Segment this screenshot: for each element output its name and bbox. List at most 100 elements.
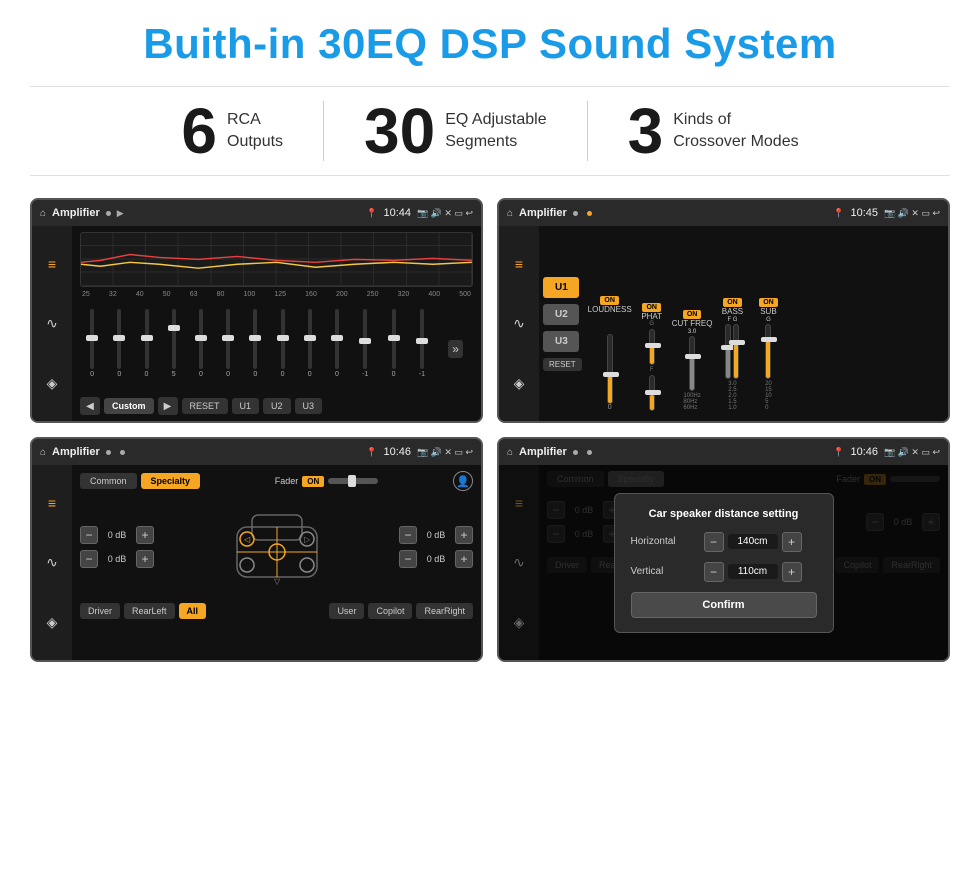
home-icon[interactable]: ⌂ xyxy=(40,208,46,219)
stat-crossover: 3 Kinds ofCrossover Modes xyxy=(588,99,839,163)
cutfreq-on[interactable]: ON xyxy=(683,310,702,319)
home-icon-ds[interactable]: ⌂ xyxy=(507,447,513,458)
sidebar-fd-eq[interactable]: ≡ xyxy=(48,495,56,511)
vol-minus-2[interactable]: − xyxy=(80,550,98,568)
topbar-icons-ds: 📷 🔊 ✕ ▭ ↩ xyxy=(884,447,940,458)
vertical-decrease-btn[interactable]: − xyxy=(704,562,724,582)
xover-bass: ON BASS F G xyxy=(716,298,748,411)
vol-plus-2[interactable]: + xyxy=(136,550,154,568)
screens-grid: ⌂ Amplifier ▶ 📍 10:44 📷 🔊 ✕ ▭ ↩ ≡ ∿ ◈ xyxy=(30,198,950,662)
fader-on-badge[interactable]: ON xyxy=(302,476,324,487)
btn-copilot[interactable]: Copilot xyxy=(368,603,412,619)
sidebar-fd-speaker[interactable]: ◈ xyxy=(47,614,58,631)
vol-plus-4[interactable]: + xyxy=(455,550,473,568)
eq-nav-row: ◀ Custom ▶ RESET U1 U2 U3 xyxy=(80,397,473,415)
horizontal-increase-btn[interactable]: + xyxy=(782,532,802,552)
phat-on[interactable]: ON xyxy=(642,303,661,312)
vol-plus-1[interactable]: + xyxy=(136,526,154,544)
eq-sliders-row: 0 0 0 5 xyxy=(80,304,473,393)
eq-u1-btn[interactable]: U1 xyxy=(232,398,260,414)
preset-u3[interactable]: U3 xyxy=(543,331,579,352)
dialog-stepper-horizontal: − 140cm + xyxy=(704,532,802,552)
bottom-buttons-fader: Driver RearLeft All User Copilot RearRig… xyxy=(80,603,473,619)
horizontal-decrease-btn[interactable]: − xyxy=(704,532,724,552)
eq-slider-5: 0 xyxy=(199,309,203,389)
eq-u3-btn[interactable]: U3 xyxy=(295,398,323,414)
home-icon-fd[interactable]: ⌂ xyxy=(40,447,46,458)
btn-user[interactable]: User xyxy=(329,603,364,619)
btn-rear-right[interactable]: RearRight xyxy=(416,603,473,619)
btn-driver[interactable]: Driver xyxy=(80,603,120,619)
btn-rear-left[interactable]: RearLeft xyxy=(124,603,175,619)
screen-crossover-topbar: ⌂ Amplifier 📍 10:45 📷 🔊 ✕ ▭ ↩ xyxy=(499,200,948,226)
status-dot-cr-orange xyxy=(587,211,592,216)
topbar-icons-cr: 📷 🔊 ✕ ▭ ↩ xyxy=(884,208,940,219)
vol-row-1: − 0 dB + xyxy=(80,526,154,544)
eq-slider-7: 0 xyxy=(253,309,257,389)
screen-fader: ⌂ Amplifier 📍 10:46 📷 🔊 ✕ ▭ ↩ ≡ ∿ ◈ xyxy=(30,437,483,662)
tab-specialty[interactable]: Specialty xyxy=(141,473,201,489)
confirm-button[interactable]: Confirm xyxy=(631,592,817,618)
profile-icon-fd[interactable]: 👤 xyxy=(453,471,473,491)
topbar-time-cr: 10:45 xyxy=(850,207,878,219)
sidebar-cr-wave[interactable]: ∿ xyxy=(513,315,525,332)
bass-on[interactable]: ON xyxy=(723,298,742,307)
eq-prev-btn[interactable]: ◀ xyxy=(80,397,100,415)
dialog-overlay: Car speaker distance setting Horizontal … xyxy=(499,465,948,660)
eq-slider-9: 0 xyxy=(308,309,312,389)
svg-text:▷: ▷ xyxy=(304,535,311,544)
screen-distance-body: ≡ ∿ ◈ Common Specialty Fader ON xyxy=(499,465,948,660)
screen-fader-body: ≡ ∿ ◈ Common Specialty Fader ON xyxy=(32,465,481,660)
dialog-stepper-vertical: − 110cm + xyxy=(704,562,802,582)
sidebar-cr-icon[interactable]: ≡ xyxy=(515,256,523,272)
stat-number-eq: 30 xyxy=(364,99,435,163)
tab-common[interactable]: Common xyxy=(80,473,137,489)
sidebar-cr-speaker[interactable]: ◈ xyxy=(514,375,525,392)
vol-plus-3[interactable]: + xyxy=(455,526,473,544)
cr-reset-btn[interactable]: RESET xyxy=(543,358,582,371)
stat-eq: 30 EQ AdjustableSegments xyxy=(324,99,587,163)
vol-minus-1[interactable]: − xyxy=(80,526,98,544)
sidebar-fd: ≡ ∿ ◈ xyxy=(32,465,72,660)
location-icon-ds: 📍 xyxy=(833,447,844,458)
eq-slider-3: 0 xyxy=(145,309,149,389)
sidebar-fd-wave[interactable]: ∿ xyxy=(46,554,58,571)
fader-label: Fader xyxy=(275,476,299,486)
vertical-increase-btn[interactable]: + xyxy=(782,562,802,582)
preset-u2[interactable]: U2 xyxy=(543,304,579,325)
sidebar-speaker-icon[interactable]: ◈ xyxy=(47,375,58,392)
vol-minus-3[interactable]: − xyxy=(399,526,417,544)
eq-slider-10: 0 xyxy=(335,309,339,389)
loudness-on[interactable]: ON xyxy=(600,296,619,305)
screen-eq-topbar: ⌂ Amplifier ▶ 📍 10:44 📷 🔊 ✕ ▭ ↩ xyxy=(32,200,481,226)
right-volume-controls: − 0 dB + − 0 dB + xyxy=(399,526,473,568)
vertical-value: 110cm xyxy=(728,564,778,579)
eq-expand-btn[interactable]: » xyxy=(448,340,463,358)
sidebar-eq-icon[interactable]: ≡ xyxy=(48,256,56,272)
sidebar-wave-icon[interactable]: ∿ xyxy=(46,315,58,332)
eq-slider-12: 0 xyxy=(392,309,396,389)
eq-slider-6: 0 xyxy=(226,309,230,389)
eq-curve-svg xyxy=(81,233,472,287)
fader-slider[interactable] xyxy=(328,478,378,484)
sub-on[interactable]: ON xyxy=(759,298,778,307)
eq-u2-btn[interactable]: U2 xyxy=(263,398,291,414)
vol-row-2: − 0 dB + xyxy=(80,550,154,568)
btn-all[interactable]: All xyxy=(179,603,207,619)
home-icon-cr[interactable]: ⌂ xyxy=(507,208,513,219)
status-dot-cr xyxy=(573,211,578,216)
stat-label-eq: EQ AdjustableSegments xyxy=(445,109,546,154)
svg-text:▽: ▽ xyxy=(274,577,281,586)
eq-reset-btn[interactable]: RESET xyxy=(182,398,228,414)
vol-minus-4[interactable]: − xyxy=(399,550,417,568)
crossover-channels-panel: ON LOUDNESS 0 ON xyxy=(588,232,944,415)
topbar-icons-fd: 📷 🔊 ✕ ▭ ↩ xyxy=(417,447,473,458)
eq-custom-btn[interactable]: Custom xyxy=(104,398,154,414)
eq-graph xyxy=(80,232,473,287)
fader-tabs: Common Specialty xyxy=(80,473,200,489)
preset-u1[interactable]: U1 xyxy=(543,277,579,298)
eq-next-btn[interactable]: ▶ xyxy=(158,397,178,415)
eq-freq-labels: 25 32 40 50 63 80 100 125 160 200 250 32… xyxy=(80,291,473,298)
fader-handle[interactable] xyxy=(348,475,356,487)
status-dot-ds xyxy=(573,450,578,455)
